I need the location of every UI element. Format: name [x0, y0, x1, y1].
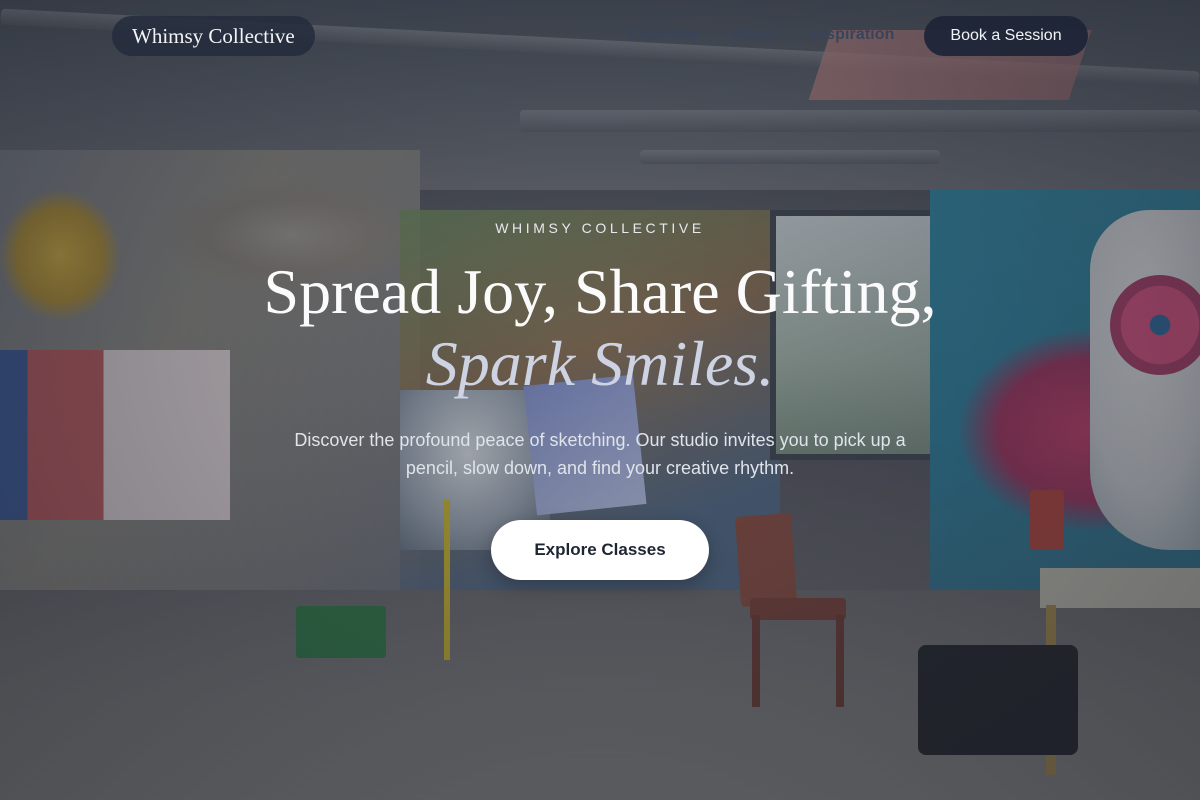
- background-studio-image: [0, 0, 1200, 800]
- nav-links: Expertise About Inspiration: [626, 26, 895, 44]
- dark-overlay: [0, 0, 1200, 800]
- top-navigation: Whimsy Collective Expertise About Inspir…: [0, 0, 1200, 72]
- hero-subtext: Discover the profound peace of sketching…: [294, 430, 906, 478]
- hero-section: Whimsy Collective Expertise About Inspir…: [0, 0, 1200, 800]
- headline-line-2: Spark Smiles.: [425, 328, 775, 399]
- hero-headline: Spread Joy, Share Gifting, Spark Smiles.: [0, 256, 1200, 400]
- nav-link-expertise[interactable]: Expertise: [626, 26, 699, 44]
- nav-link-about[interactable]: About: [732, 26, 779, 44]
- headline-line-1: Spread Joy, Share Gifting,: [263, 256, 937, 327]
- hero-eyebrow: WHIMSY COLLECTIVE: [495, 220, 705, 236]
- nav-link-inspiration[interactable]: Inspiration: [812, 26, 895, 44]
- book-session-button[interactable]: Book a Session: [924, 16, 1088, 56]
- brand-logo[interactable]: Whimsy Collective: [112, 16, 315, 56]
- explore-classes-button[interactable]: Explore Classes: [491, 520, 709, 580]
